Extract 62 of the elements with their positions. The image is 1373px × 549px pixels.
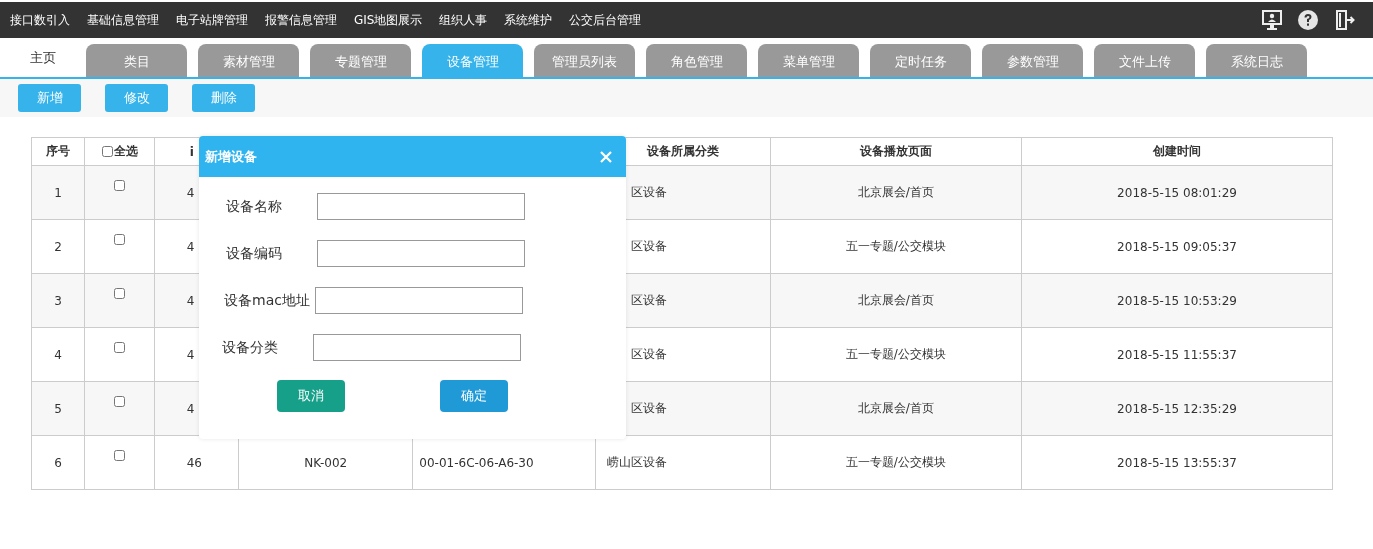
tab[interactable]: 参数管理 (982, 44, 1083, 77)
top-menu-item[interactable]: 电子站牌管理 (176, 11, 248, 29)
tab[interactable]: 系统日志 (1206, 44, 1307, 77)
row-checkbox[interactable] (114, 179, 125, 191)
table-cell: 北京展会/首页 (770, 381, 1022, 436)
table-cell: 2018-5-15 13:55:37 (1021, 435, 1333, 490)
tab[interactable]: 管理员列表 (534, 44, 635, 77)
tab[interactable]: 设备管理 (422, 44, 523, 77)
select-all-label: 全选 (113, 143, 138, 160)
tab[interactable]: 文件上传 (1094, 44, 1195, 77)
confirm-button[interactable]: 确定 (440, 380, 508, 412)
table-cell: 2 (31, 219, 85, 274)
input-field[interactable] (317, 193, 525, 220)
close-icon[interactable] (600, 150, 612, 163)
column-header: 设备播放页面 (770, 137, 1022, 166)
column-header: 序号 (31, 137, 85, 166)
row-checkbox[interactable] (114, 395, 125, 407)
home-tab[interactable]: 主页 (0, 48, 86, 67)
help-icon[interactable] (1297, 9, 1319, 31)
tab[interactable]: 专题管理 (310, 44, 411, 77)
row-checkbox[interactable] (114, 341, 125, 353)
action-button[interactable]: 修改 (105, 84, 168, 112)
top-menu-item[interactable]: GIS地图展示 (354, 11, 423, 29)
table-cell: 五一专题/公交模块 (770, 219, 1022, 274)
table-cell: 1 (31, 165, 85, 220)
table-cell: 北京展会/首页 (770, 165, 1022, 220)
table-cell: 2018-5-15 10:53:29 (1021, 273, 1333, 328)
cancel-button[interactable]: 取消 (277, 380, 345, 412)
action-button[interactable]: 新增 (18, 84, 81, 112)
select-all-checkbox[interactable] (101, 146, 113, 157)
action-button[interactable]: 删除 (192, 84, 255, 112)
column-header: 创建时间 (1021, 137, 1333, 166)
logout-icon[interactable] (1333, 9, 1355, 31)
table-cell: 2018-5-15 11:55:37 (1021, 327, 1333, 382)
top-menu-item[interactable]: 基础信息管理 (87, 11, 159, 29)
top-menu-item[interactable]: 组织人事 (439, 11, 488, 29)
top-menu-item[interactable]: 报警信息管理 (265, 11, 337, 29)
table-cell: 5 (31, 381, 85, 436)
table-cell: 五一专题/公交模块 (770, 435, 1022, 490)
table-cell: 3 (31, 273, 85, 328)
table-cell: 2018-5-15 08:01:29 (1021, 165, 1333, 220)
monitor-icon[interactable] (1261, 9, 1283, 31)
tab[interactable]: 定时任务 (870, 44, 971, 77)
input-field[interactable] (313, 334, 521, 361)
input-field[interactable] (315, 287, 523, 314)
tab[interactable]: 菜单管理 (758, 44, 859, 77)
table-cell: 6 (31, 435, 85, 490)
row-checkbox[interactable] (114, 449, 125, 461)
row-checkbox[interactable] (114, 233, 125, 245)
table-cell: 五一专题/公交模块 (770, 327, 1022, 382)
tab[interactable]: 类目 (86, 44, 187, 77)
input-field[interactable] (317, 240, 525, 267)
tab[interactable]: 角色管理 (646, 44, 747, 77)
row-checkbox[interactable] (114, 287, 125, 299)
top-menu-item[interactable]: 公交后台管理 (569, 11, 642, 29)
table-cell: 2018-5-15 12:35:29 (1021, 381, 1333, 436)
tab[interactable]: 素材管理 (198, 44, 299, 77)
top-menu-item[interactable]: 接口数引入 (10, 11, 70, 29)
table-cell: 2018-5-15 09:05:37 (1021, 219, 1333, 274)
table-cell: 北京展会/首页 (770, 273, 1022, 328)
top-menu-item[interactable]: 系统维护 (504, 11, 553, 29)
table-cell: 4 (31, 327, 85, 382)
